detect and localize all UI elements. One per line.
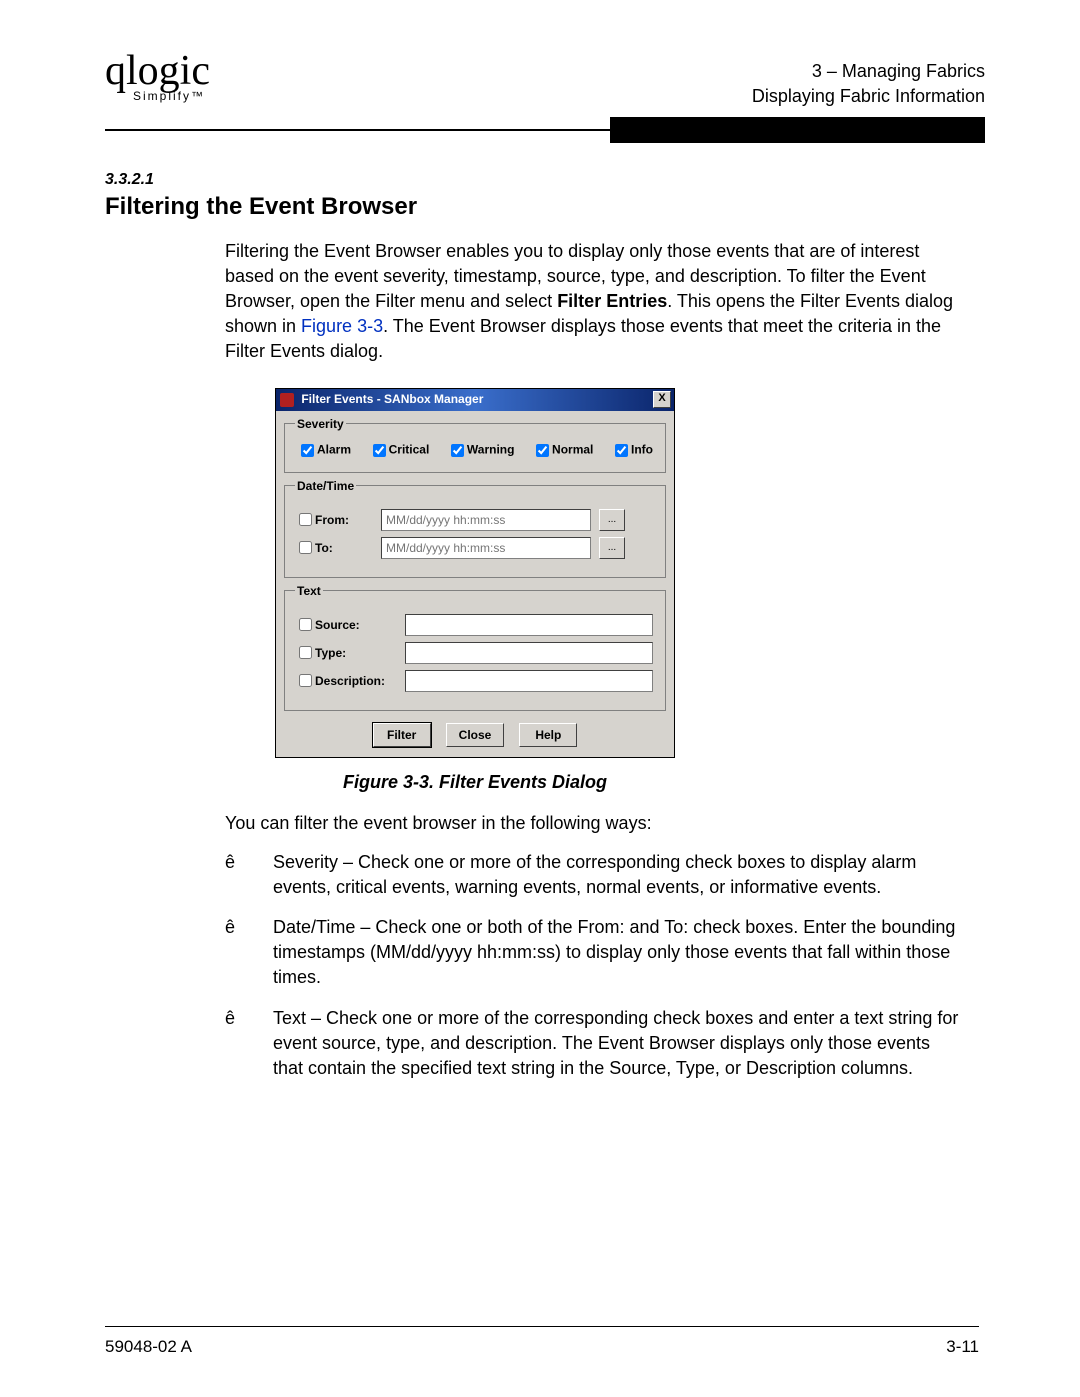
footer-right: 3-11 (946, 1337, 979, 1357)
page-header: qlogic Simplify™ 3 – Managing Fabrics Di… (105, 55, 985, 109)
from-input[interactable] (381, 509, 591, 531)
description-checkbox[interactable] (299, 674, 312, 687)
severity-alarm[interactable]: Alarm (297, 441, 351, 460)
header-rule (105, 117, 985, 143)
type-label: Type: (315, 646, 346, 660)
dialog-titlebar: Filter Events - SANbox Manager X (276, 389, 674, 411)
dialog-title: Filter Events - SANbox Manager (301, 392, 483, 406)
from-label-wrap[interactable]: From: (295, 510, 381, 529)
logo: qlogic Simplify™ (105, 55, 210, 103)
intro-paragraph: Filtering the Event Browser enables you … (225, 239, 960, 363)
datetime-group: Date/Time From: ... To: ... (284, 479, 666, 578)
page-footer: 59048-02 A 3-11 (105, 1337, 979, 1357)
figure-link[interactable]: Figure 3-3 (301, 316, 383, 336)
text-legend: Text (295, 584, 323, 598)
description-input[interactable] (405, 670, 653, 692)
header-breadcrumb: 3 – Managing Fabrics Displaying Fabric I… (752, 55, 985, 109)
figure-container: Filter Events - SANbox Manager X Severit… (275, 388, 985, 758)
header-line1: 3 – Managing Fabrics (752, 59, 985, 84)
from-checkbox[interactable] (299, 513, 312, 526)
severity-normal[interactable]: Normal (532, 441, 593, 460)
to-picker-button[interactable]: ... (599, 537, 625, 559)
filter-ways-list: Severity – Check one or more of the corr… (225, 850, 960, 1081)
footer-rule (105, 1326, 979, 1327)
from-picker-button[interactable]: ... (599, 509, 625, 531)
source-input[interactable] (405, 614, 653, 636)
source-checkbox[interactable] (299, 618, 312, 631)
list-item: Date/Time – Check one or both of the Fro… (225, 915, 960, 989)
source-label: Source: (315, 618, 360, 632)
severity-warning[interactable]: Warning (447, 441, 515, 460)
figure-caption: Figure 3-3. Filter Events Dialog (105, 772, 845, 793)
severity-info[interactable]: Info (611, 441, 653, 460)
list-item: Text – Check one or more of the correspo… (225, 1006, 960, 1080)
to-input[interactable] (381, 537, 591, 559)
to-checkbox[interactable] (299, 541, 312, 554)
intro-bold: Filter Entries (557, 291, 667, 311)
list-item: Severity – Check one or more of the corr… (225, 850, 960, 900)
text-group: Text Source: Type: Description: (284, 584, 666, 711)
type-checkbox[interactable] (299, 646, 312, 659)
dialog-button-row: Filter Close Help (276, 717, 674, 757)
datetime-legend: Date/Time (295, 479, 356, 493)
source-label-wrap[interactable]: Source: (295, 615, 405, 634)
from-label: From: (315, 513, 349, 527)
type-input[interactable] (405, 642, 653, 664)
severity-group: Severity Alarm Critical Warning Normal I… (284, 417, 666, 473)
warning-checkbox[interactable] (451, 444, 464, 457)
ways-intro: You can filter the event browser in the … (225, 811, 985, 836)
app-icon (280, 393, 294, 407)
to-label-wrap[interactable]: To: (295, 538, 381, 557)
type-label-wrap[interactable]: Type: (295, 643, 405, 662)
footer-left: 59048-02 A (105, 1337, 192, 1357)
to-label: To: (315, 541, 333, 555)
section-number: 3.3.2.1 (105, 171, 985, 189)
description-label: Description: (315, 674, 385, 688)
critical-checkbox[interactable] (373, 444, 386, 457)
help-button[interactable]: Help (519, 723, 577, 747)
severity-legend: Severity (295, 417, 346, 431)
normal-checkbox[interactable] (536, 444, 549, 457)
description-label-wrap[interactable]: Description: (295, 671, 405, 690)
filter-events-dialog: Filter Events - SANbox Manager X Severit… (275, 388, 675, 758)
filter-button[interactable]: Filter (373, 723, 431, 747)
logo-text: qlogic (105, 48, 210, 94)
section-title: Filtering the Event Browser (105, 193, 985, 221)
alarm-checkbox[interactable] (301, 444, 314, 457)
info-checkbox[interactable] (615, 444, 628, 457)
close-button[interactable]: Close (446, 723, 504, 747)
dialog-title-wrap: Filter Events - SANbox Manager (280, 392, 483, 407)
close-icon[interactable]: X (653, 391, 671, 408)
severity-critical[interactable]: Critical (369, 441, 430, 460)
header-line2: Displaying Fabric Information (752, 84, 985, 109)
logo-subtext: Simplify™ (133, 89, 210, 103)
